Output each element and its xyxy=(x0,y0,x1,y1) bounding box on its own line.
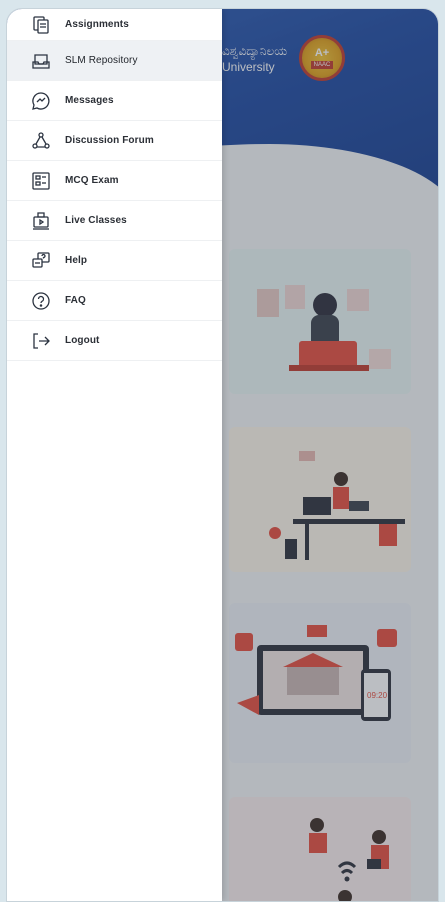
menu-item-messages[interactable]: Messages xyxy=(7,81,222,121)
menu-label-assignments: Assignments xyxy=(65,19,129,30)
menu-label-messages: Messages xyxy=(65,95,114,106)
menu-item-assignments[interactable]: Assignments xyxy=(7,9,222,41)
phone-screen: ವಿಶ್ವವಿದ್ಯಾನಿಲಯ University A+ NAAC 09:20… xyxy=(6,8,439,902)
menu-label-mcq-exam: MCQ Exam xyxy=(65,175,119,186)
live-class-icon xyxy=(31,211,51,231)
exam-icon xyxy=(31,171,51,191)
forum-icon xyxy=(31,131,51,151)
menu-item-discussion-forum[interactable]: Discussion Forum xyxy=(7,121,222,161)
menu-label-help: Help xyxy=(65,255,88,266)
menu-label-faq: FAQ xyxy=(65,295,86,306)
help-icon xyxy=(31,251,51,271)
menu-item-faq[interactable]: FAQ xyxy=(7,281,222,321)
logout-icon xyxy=(31,331,51,351)
repository-icon xyxy=(31,51,51,71)
menu-label-logout: Logout xyxy=(65,335,100,346)
assignments-icon xyxy=(31,15,51,35)
menu-item-live-classes[interactable]: Live Classes xyxy=(7,201,222,241)
menu-label-live-classes: Live Classes xyxy=(65,215,127,226)
messages-icon xyxy=(31,91,51,111)
menu-label-slm-repository: SLM Repository xyxy=(65,55,138,66)
faq-icon xyxy=(31,291,51,311)
menu-item-slm-repository[interactable]: SLM Repository xyxy=(7,41,222,81)
menu-item-logout[interactable]: Logout xyxy=(7,321,222,361)
menu-item-help[interactable]: Help xyxy=(7,241,222,281)
navigation-drawer: Assignments SLM Repository Messages Disc… xyxy=(7,9,222,901)
menu-label-discussion-forum: Discussion Forum xyxy=(65,135,154,146)
menu-item-mcq-exam[interactable]: MCQ Exam xyxy=(7,161,222,201)
